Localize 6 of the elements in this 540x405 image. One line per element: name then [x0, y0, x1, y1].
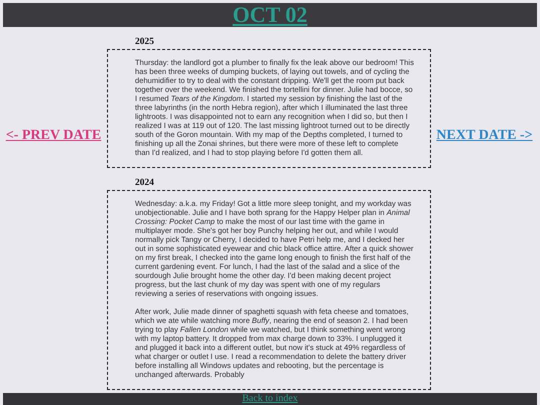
year-heading: 2024: [134, 177, 155, 190]
year-heading: 2025: [134, 36, 155, 49]
prev-date-link[interactable]: <- PREV DATE: [6, 128, 102, 144]
back-to-index-link[interactable]: Back to index: [242, 393, 298, 405]
date-title-link[interactable]: OCT 02: [232, 3, 308, 27]
next-date-link[interactable]: NEXT DATE ->: [436, 128, 533, 144]
